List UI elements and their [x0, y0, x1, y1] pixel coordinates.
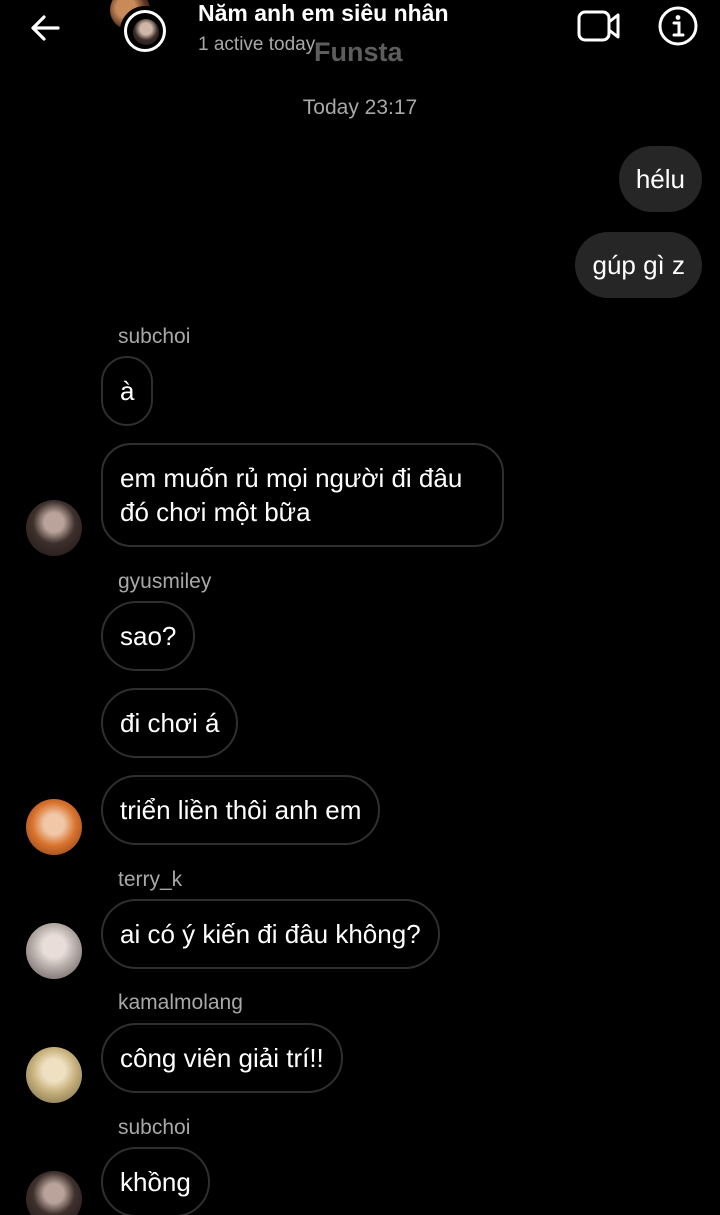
info-button[interactable]	[656, 4, 700, 48]
avatar[interactable]	[26, 923, 82, 979]
incoming-message[interactable]: em muốn rủ mọi người đi đâu đó chơi một …	[101, 443, 504, 547]
incoming-message[interactable]: sao?	[101, 601, 196, 671]
sender-name: terry_k	[118, 868, 183, 891]
incoming-message[interactable]: đi chơi á	[101, 688, 239, 758]
avatar[interactable]	[26, 799, 82, 855]
outgoing-message[interactable]: gúp gì z	[575, 232, 702, 298]
date-divider: Today 23:17	[302, 96, 418, 119]
incoming-message[interactable]: triển liền thôi anh em	[101, 775, 381, 845]
chat-title[interactable]: Năm anh em siêu nhân	[198, 0, 449, 27]
active-status: 1 active today	[198, 34, 316, 55]
incoming-message[interactable]: ai có ý kiến đi đâu không?	[101, 899, 440, 969]
group-avatar-front	[120, 6, 170, 56]
watermark-text: Funsta	[314, 37, 403, 67]
arrow-left-icon	[31, 15, 60, 41]
group-avatar[interactable]	[110, 0, 172, 60]
sender-name: kamalmolang	[118, 991, 243, 1014]
outgoing-message[interactable]: hélu	[618, 146, 702, 212]
incoming-message[interactable]: khồng	[101, 1147, 210, 1215]
incoming-message[interactable]: công viên giải trí!!	[101, 1023, 343, 1093]
chat-screen: Năm anh em siêu nhân 1 active today Funs…	[0, 0, 720, 1215]
back-button[interactable]	[26, 8, 66, 48]
avatar[interactable]	[26, 1171, 82, 1215]
video-camera-icon	[577, 10, 620, 42]
avatar[interactable]	[26, 1047, 82, 1103]
info-icon	[658, 6, 698, 46]
incoming-message[interactable]: à	[101, 356, 154, 426]
sender-name: gyusmiley	[118, 570, 212, 593]
avatar[interactable]	[26, 500, 82, 556]
sender-name: subchoi	[118, 325, 191, 348]
sender-name: subchoi	[118, 1116, 191, 1139]
video-call-button[interactable]	[574, 6, 624, 46]
